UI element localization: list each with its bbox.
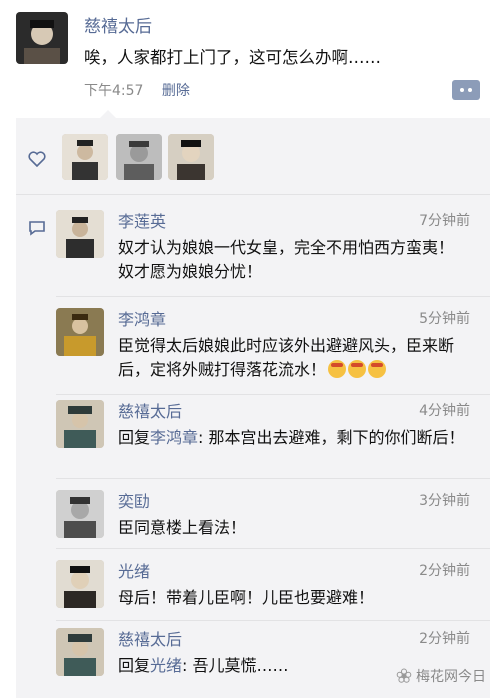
post-author-name[interactable]: 慈禧太后 (84, 12, 152, 37)
panel-arrow (100, 110, 116, 118)
like-avatar[interactable] (62, 134, 108, 180)
comment-icon (29, 221, 45, 236)
reply-target[interactable]: 李鸿章 (150, 428, 198, 447)
comment-item: 光绪 2分钟前 母后！带着儿臣啊！儿臣也要避难！ (56, 560, 490, 620)
commenter-name[interactable]: 慈禧太后 (118, 398, 182, 422)
reply-target[interactable]: 光绪 (150, 656, 182, 675)
commenter-name[interactable]: 奕劻 (118, 488, 150, 512)
commenter-avatar[interactable] (56, 560, 104, 608)
watermark-text: 梅花网今日 (416, 669, 486, 685)
commenter-avatar[interactable] (56, 308, 104, 356)
comment-divider (56, 296, 490, 297)
reply-prefix: 回复 (118, 656, 151, 675)
delete-link[interactable]: 删除 (162, 83, 190, 99)
likes-row (16, 118, 490, 192)
reply-prefix: 回复 (118, 428, 151, 447)
commenter-name[interactable]: 光绪 (118, 558, 150, 582)
comment-divider (56, 548, 490, 549)
comment-item: 李鸿章 5分钟前 臣觉得太后娘娘此时应该外出避避风头，臣来断后，定将外贼打得落花… (56, 308, 490, 388)
commenter-name[interactable]: 李莲英 (118, 208, 166, 232)
like-avatar[interactable] (116, 134, 162, 180)
comment-text: 臣同意楼上看法！ (118, 518, 247, 537)
emoji-icon (348, 360, 367, 378)
post-meta: 下午4:57 删除 (84, 80, 190, 100)
comment-text-content: : 吾儿莫慌…… (182, 656, 289, 675)
post-author-avatar[interactable] (16, 12, 68, 64)
comment-time: 3分钟前 (419, 493, 470, 509)
commenter-avatar[interactable] (56, 210, 104, 258)
post-text: 唉，人家都打上门了，这可怎么办啊…… (84, 48, 381, 67)
comment-text-content: 臣觉得太后娘娘此时应该外出避避风头，臣来断后，定将外贼打得落花流水！ (118, 336, 455, 379)
comment-time: 7分钟前 (419, 213, 470, 229)
comment-text: 母后！带着儿臣啊！儿臣也要避难！ (118, 588, 375, 607)
comment-text-content: : 那本宫出去避难，剩下的你们断后！ (198, 428, 465, 447)
comment-text: 回复李鸿章: 那本宫出去避难，剩下的你们断后！ (118, 426, 468, 450)
heart-icon (28, 151, 46, 167)
comment-divider (56, 478, 490, 479)
comment-text: 臣觉得太后娘娘此时应该外出避避风头，臣来断后，定将外贼打得落花流水！ (118, 334, 468, 382)
comment-time: 4分钟前 (419, 403, 470, 419)
like-avatar[interactable] (168, 134, 214, 180)
commenter-avatar[interactable] (56, 490, 104, 538)
comment-time: 2分钟前 (419, 631, 470, 647)
commenter-avatar[interactable] (56, 400, 104, 448)
comment-item: 李莲英 7分钟前 奴才认为娘娘一代女皇，完全不用怕西方蛮夷！奴才愿为娘娘分忧！ (56, 210, 490, 290)
comment-time: 2分钟前 (419, 563, 470, 579)
comment-divider (56, 620, 490, 621)
comment-time: 5分钟前 (419, 311, 470, 327)
plum-blossom-icon (396, 668, 412, 683)
emoji-icon (328, 360, 347, 378)
comment-item: 慈禧太后 4分钟前 回复李鸿章: 那本宫出去避难，剩下的你们断后！ (56, 400, 490, 480)
comment-divider (56, 394, 490, 395)
commenter-name[interactable]: 李鸿章 (118, 306, 166, 330)
divider (16, 194, 490, 195)
emoji-icon (368, 360, 387, 378)
comment-text: 奴才认为娘娘一代女皇，完全不用怕西方蛮夷！奴才愿为娘娘分忧！ (118, 238, 455, 281)
comment-item: 奕劻 3分钟前 臣同意楼上看法！ (56, 490, 490, 550)
post-time: 下午4:57 (84, 83, 144, 99)
commenter-name[interactable]: 慈禧太后 (118, 626, 182, 650)
interaction-panel: 李莲英 7分钟前 奴才认为娘娘一代女皇，完全不用怕西方蛮夷！奴才愿为娘娘分忧！ … (16, 118, 490, 698)
watermark: 梅花网今日 (396, 666, 486, 686)
more-actions-button[interactable] (452, 80, 480, 100)
commenter-avatar[interactable] (56, 628, 104, 676)
